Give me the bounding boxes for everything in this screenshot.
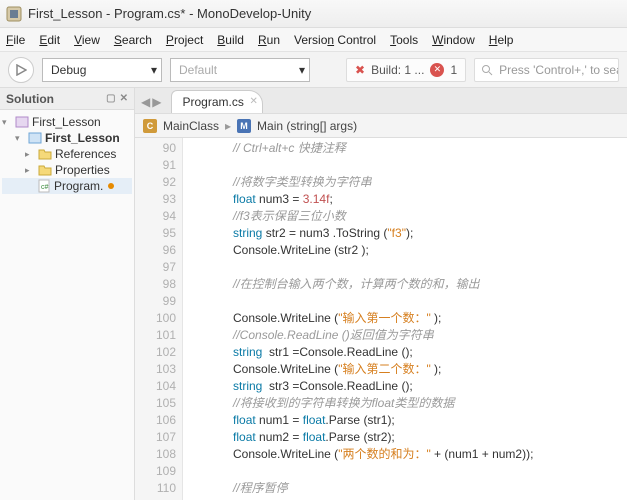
chevron-down-icon: ▾ [151, 63, 157, 77]
nav-forward-icon[interactable]: ▶ [152, 95, 161, 109]
csharp-file-icon: c# [37, 179, 51, 193]
menu-file[interactable]: File [6, 33, 25, 47]
build-status-label: Build: 1 ... [371, 63, 424, 77]
title-bar: First_Lesson - Program.cs* - MonoDevelop… [0, 0, 627, 28]
menu-version-control[interactable]: Version Control [294, 33, 376, 47]
build-status[interactable]: ✖ Build: 1 ... ✕ 1 [346, 58, 466, 82]
solution-tree: ▾ First_Lesson ▾ First_Lesson ▸ Referenc… [0, 110, 134, 198]
method-icon: M [237, 119, 251, 133]
panel-close-icon[interactable]: ✕ [120, 93, 128, 104]
tab-close-icon[interactable]: ✕ [249, 96, 257, 107]
target-dropdown[interactable]: Default ▾ [170, 58, 310, 82]
menu-build[interactable]: Build [217, 33, 244, 47]
menu-tools[interactable]: Tools [390, 33, 418, 47]
config-label: Debug [51, 63, 86, 77]
tab-label: Program.cs [182, 95, 243, 109]
code-text[interactable]: // Ctrl+alt+c 快捷注释 //将数字类型转换为字符串 float n… [183, 138, 627, 500]
target-label: Default [179, 63, 217, 77]
breadcrumb-method[interactable]: Main (string[] args) [257, 119, 357, 133]
tree-file-node[interactable]: c# Program. [2, 178, 132, 194]
error-count: 1 [450, 63, 457, 77]
tree-label: Properties [55, 163, 110, 177]
tree-references-node[interactable]: ▸ References [2, 146, 132, 162]
tree-label: References [55, 147, 116, 161]
dirty-indicator-icon [106, 179, 116, 193]
tree-label: Program. [54, 179, 103, 193]
app-icon [6, 6, 22, 22]
panel-dock-icon[interactable]: ▢ [106, 93, 115, 104]
expand-icon[interactable]: ▸ [25, 165, 35, 176]
tab-program[interactable]: Program.cs ✕ [171, 90, 262, 113]
search-placeholder: Press 'Control+,' to sear [499, 63, 619, 77]
tree-label: First_Lesson [32, 115, 101, 129]
class-icon: C [143, 119, 157, 133]
menu-run[interactable]: Run [258, 33, 280, 47]
search-input[interactable]: Press 'Control+,' to sear [474, 58, 619, 82]
menu-view[interactable]: View [74, 33, 100, 47]
expand-icon[interactable]: ▾ [2, 117, 12, 128]
breadcrumb-class[interactable]: MainClass [163, 119, 219, 133]
nav-back-icon[interactable]: ◀ [141, 95, 150, 109]
chevron-down-icon: ▾ [299, 63, 305, 77]
menu-edit[interactable]: Edit [39, 33, 60, 47]
breadcrumb-sep-icon: ▸ [225, 119, 231, 133]
menu-window[interactable]: Window [432, 33, 475, 47]
expand-icon[interactable]: ▾ [15, 133, 25, 144]
run-button[interactable] [8, 57, 34, 83]
tree-label: First_Lesson [45, 131, 120, 145]
menu-search[interactable]: Search [114, 33, 152, 47]
expand-icon[interactable]: ▸ [25, 149, 35, 160]
solution-title: Solution [6, 92, 54, 106]
config-dropdown[interactable]: Debug ▾ [42, 58, 162, 82]
build-warning-icon: ✖ [355, 63, 365, 77]
window-title: First_Lesson - Program.cs* - MonoDevelop… [28, 6, 311, 21]
line-gutter: 9091929394959697989910010110210310410510… [135, 138, 183, 500]
solution-header: Solution ▢ ✕ [0, 88, 134, 110]
error-badge-icon: ✕ [430, 63, 444, 77]
breadcrumb-bar: C MainClass ▸ M Main (string[] args) [135, 114, 627, 138]
tree-project-node[interactable]: ▾ First_Lesson [2, 130, 132, 146]
svg-text:c#: c# [41, 184, 49, 191]
tree-solution-node[interactable]: ▾ First_Lesson [2, 114, 132, 130]
panel-controls: ▢ ✕ [106, 93, 128, 104]
menu-bar: File Edit View Search Project Build Run … [0, 28, 627, 52]
project-icon [28, 131, 42, 145]
toolbar: Debug ▾ Default ▾ ✖ Build: 1 ... ✕ 1 Pre… [0, 52, 627, 88]
solution-icon [15, 115, 29, 129]
menu-help[interactable]: Help [489, 33, 514, 47]
folder-icon [38, 163, 52, 177]
menu-project[interactable]: Project [166, 33, 203, 47]
nav-arrows: ◀ ▶ [141, 95, 161, 113]
solution-panel: Solution ▢ ✕ ▾ First_Lesson ▾ First_Less… [0, 88, 135, 500]
folder-icon [38, 147, 52, 161]
editor-area: ◀ ▶ Program.cs ✕ C MainClass ▸ M Main (s… [135, 88, 627, 500]
search-icon [481, 64, 493, 76]
tab-strip: ◀ ▶ Program.cs ✕ [135, 88, 627, 114]
tree-properties-node[interactable]: ▸ Properties [2, 162, 132, 178]
code-editor[interactable]: 9091929394959697989910010110210310410510… [135, 138, 627, 500]
